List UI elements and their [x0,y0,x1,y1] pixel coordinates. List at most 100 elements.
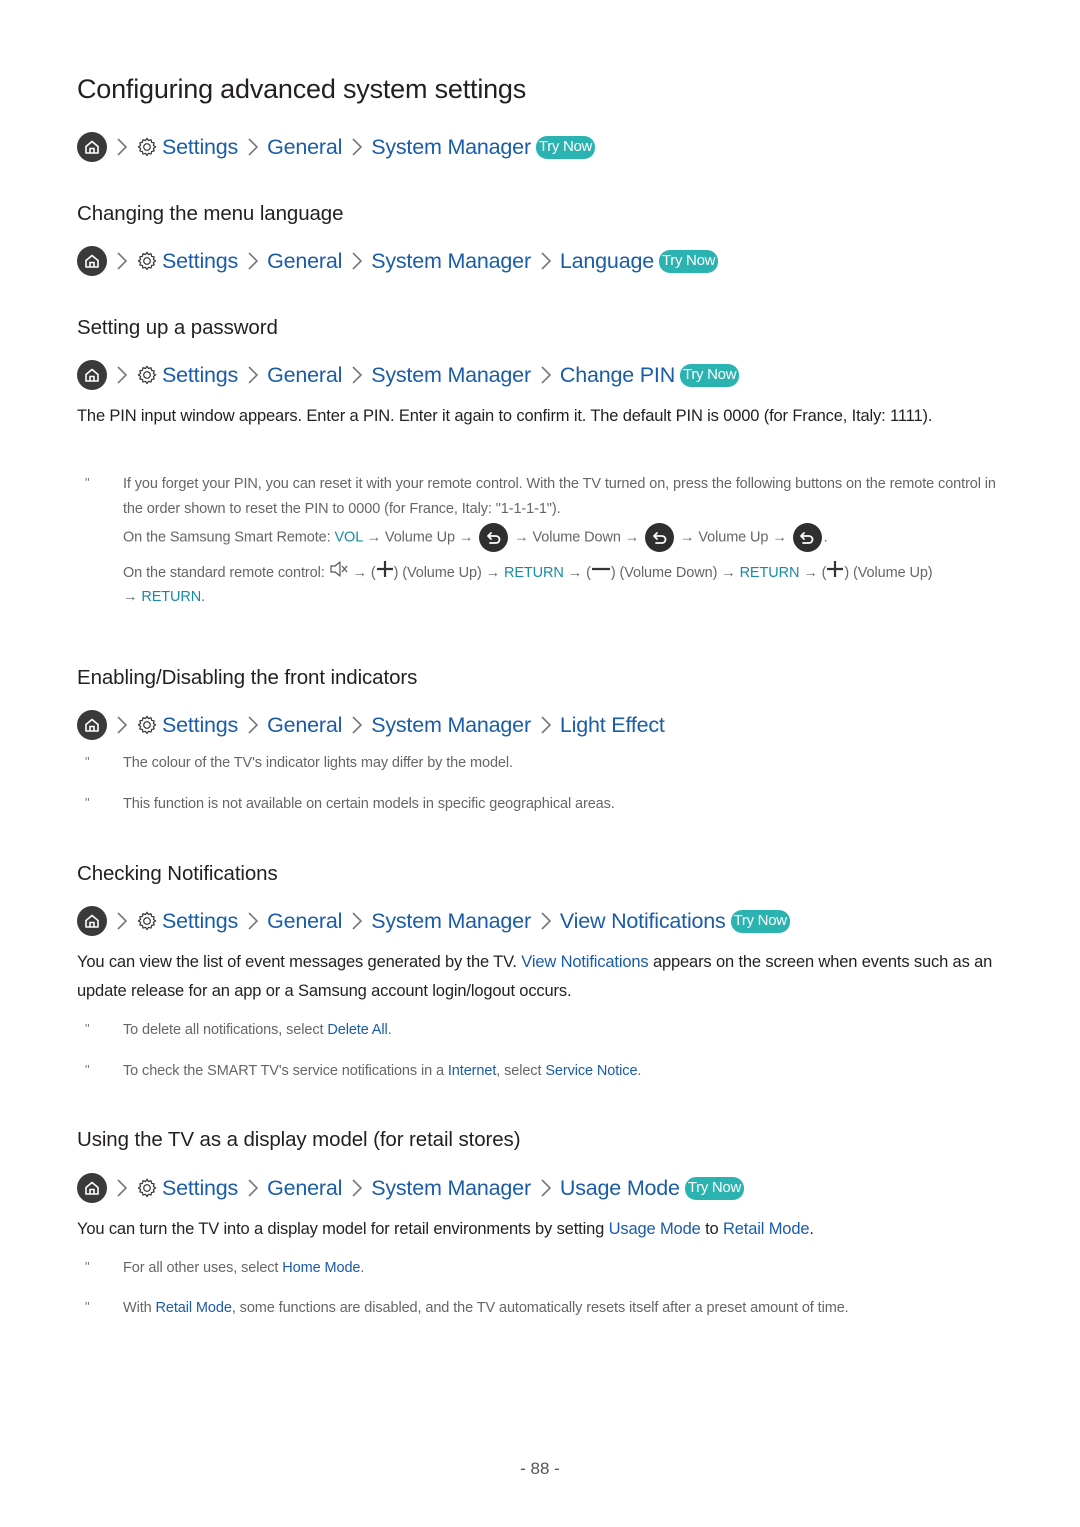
link-retail-mode[interactable]: Retail Mode [723,1220,810,1238]
settings-gear-icon [136,250,158,272]
retail-note-2: With Retail Mode, some functions are dis… [123,1300,849,1316]
settings-gear-icon [136,136,158,158]
notifications-note-1: To delete all notifications, select Dele… [123,1022,392,1038]
path-system-manager[interactable]: System Manager [371,363,531,388]
path-general[interactable]: General [267,135,342,160]
path-system-manager[interactable]: System Manager [371,1176,531,1201]
chevron-right-icon [111,363,133,387]
path-system-manager[interactable]: System Manager [371,249,531,274]
note-marker: " [85,1299,90,1314]
password-note-text: If you forget your PIN, you can reset it… [123,476,996,517]
path-general[interactable]: General [267,713,342,738]
chevron-right-icon [242,713,264,737]
path-light-effect[interactable]: Light Effect [560,713,665,738]
plus-icon [826,560,844,586]
chevron-right-icon [535,363,557,387]
page-title: Configuring advanced system settings [77,74,527,104]
try-now-button[interactable]: Try Now [658,249,719,273]
path-general[interactable]: General [267,363,342,388]
chevron-right-icon [346,363,368,387]
menu-path-light-effect: Settings General System Manager Light Ef… [77,709,665,741]
settings-gear-icon [136,910,158,932]
chevron-right-icon [111,249,133,273]
note-marker: " [85,795,90,810]
retail-note-1: For all other uses, select Home Mode. [123,1260,365,1276]
chevron-right-icon [111,135,133,159]
path-view-notifications[interactable]: View Notifications [560,909,726,934]
note-marker: " [85,1021,90,1036]
note-marker: " [85,1259,90,1274]
home-icon [77,1173,107,1203]
path-general[interactable]: General [267,909,342,934]
section-heading-front-indicators: Enabling/Disabling the front indicators [77,666,418,689]
standard-remote-sequence: On the standard remote control: → () (Vo… [123,560,1003,609]
link-home-mode[interactable]: Home Mode [282,1260,360,1276]
path-general[interactable]: General [267,1176,342,1201]
chevron-right-icon [346,909,368,933]
link-retail-mode[interactable]: Retail Mode [156,1300,232,1316]
link-internet[interactable]: Internet [448,1063,496,1079]
path-settings[interactable]: Settings [162,135,238,160]
try-now-button[interactable]: Try Now [684,1176,744,1200]
chevron-right-icon [242,909,264,933]
password-body: The PIN input window appears. Enter a PI… [77,407,933,425]
link-usage-mode[interactable]: Usage Mode [609,1220,701,1238]
path-settings[interactable]: Settings [162,713,238,738]
link-view-notifications[interactable]: View Notifications [521,953,648,971]
home-icon [77,906,107,936]
chevron-right-icon [242,1176,264,1200]
return-button-icon [479,523,509,552]
return-button-icon [792,523,822,552]
path-settings[interactable]: Settings [162,909,238,934]
path-settings[interactable]: Settings [162,249,238,274]
section-heading-password: Setting up a password [77,316,278,339]
home-icon [77,360,107,390]
notifications-note-2: To check the SMART TV's service notifica… [123,1063,642,1079]
return-label: RETURN [739,564,800,581]
menu-path-usage-mode: Settings General System Manager Usage Mo… [77,1172,744,1204]
path-system-manager[interactable]: System Manager [371,135,531,160]
return-label: RETURN [141,589,202,605]
return-button-icon [645,523,675,552]
vol-button-label: VOL [334,529,363,546]
notifications-body: You can view the list of event messages … [77,953,993,1000]
mute-icon [329,560,349,586]
section-heading-retail: Using the TV as a display model (for ret… [77,1128,521,1151]
minus-icon [591,560,611,586]
chevron-right-icon [242,363,264,387]
chevron-right-icon [242,135,264,159]
note-marker: " [85,1062,90,1077]
settings-gear-icon [136,714,158,736]
path-settings[interactable]: Settings [162,363,238,388]
note-marker: " [85,475,90,490]
chevron-right-icon [242,249,264,273]
link-service-notice[interactable]: Service Notice [545,1063,637,1079]
page-number: - 88 - [520,1459,560,1478]
section-heading-language: Changing the menu language [77,202,344,225]
smart-remote-sequence: On the Samsung Smart Remote: VOL → Volum… [123,523,1003,552]
path-system-manager[interactable]: System Manager [371,713,531,738]
path-language[interactable]: Language [560,249,654,274]
chevron-right-icon [535,1176,557,1200]
chevron-right-icon [535,713,557,737]
retail-body: You can turn the TV into a display model… [77,1220,814,1238]
path-usage-mode[interactable]: Usage Mode [560,1176,680,1201]
note-marker: " [85,754,90,769]
path-change-pin[interactable]: Change PIN [560,363,675,388]
chevron-right-icon [346,135,368,159]
chevron-right-icon [535,909,557,933]
try-now-button[interactable]: Try Now [730,909,790,933]
try-now-button[interactable]: Try Now [680,363,740,387]
menu-path-change-pin: Settings General System Manager Change P… [77,359,740,391]
try-now-button[interactable]: Try Now [535,135,596,159]
menu-path-view-notifications: Settings General System Manager View Not… [77,905,790,937]
link-delete-all[interactable]: Delete All [327,1022,387,1038]
path-general[interactable]: General [267,249,342,274]
chevron-right-icon [346,1176,368,1200]
chevron-right-icon [111,1176,133,1200]
light-note-2: This function is not available on certai… [123,796,615,812]
menu-path-language: Settings General System Manager Language… [77,245,719,277]
path-settings[interactable]: Settings [162,1176,238,1201]
path-system-manager[interactable]: System Manager [371,909,531,934]
plus-icon [376,560,394,586]
